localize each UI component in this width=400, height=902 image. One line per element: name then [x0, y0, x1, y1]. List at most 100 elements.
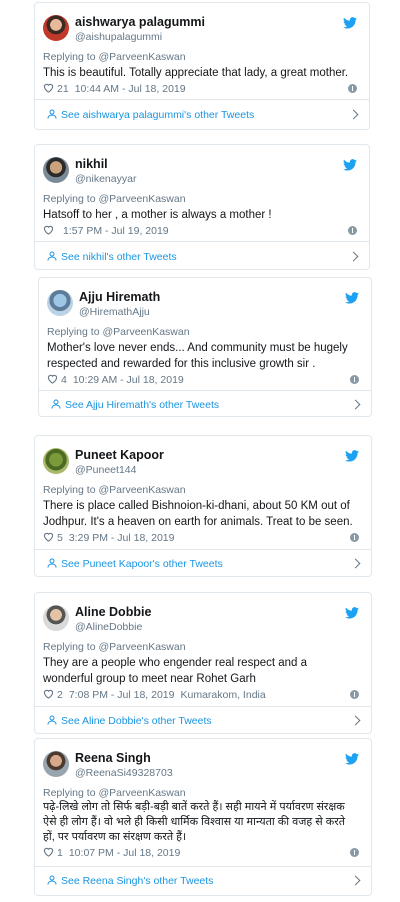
author-name[interactable]: nikhil	[75, 157, 108, 171]
twitter-bird-icon[interactable]	[345, 607, 359, 619]
tweet-text: पढ़े-लिखे लोग तो सिर्फ बड़ी-बड़ी बातें क…	[43, 801, 345, 843]
author-name[interactable]: aishwarya palagummi	[75, 15, 205, 29]
like-count: 4	[61, 374, 67, 386]
replying-to[interactable]: Replying to @ParveenKaswan	[43, 484, 186, 496]
see-other-tweets-link[interactable]: See Puneet Kapoor's other Tweets	[47, 558, 361, 570]
tweet-text: There is place called Bishnoion-ki-dhani…	[43, 500, 353, 528]
see-other-tweets-label[interactable]: See nikhil's other Tweets	[61, 251, 177, 263]
info-icon[interactable]	[350, 848, 359, 857]
author-name[interactable]: Ajju Hiremath	[79, 290, 160, 304]
tweet-meta: 21 10:44 AM - Jul 18, 2019	[43, 83, 357, 95]
tweet-card[interactable]: Reena Singh @ReenaSi49328703 Replying to…	[34, 738, 372, 896]
replying-to[interactable]: Replying to @ParveenKaswan	[43, 193, 186, 205]
see-other-tweets-label[interactable]: See aishwarya palagummi's other Tweets	[61, 109, 254, 121]
twitter-bird-icon[interactable]	[343, 17, 357, 29]
heart-icon[interactable]	[43, 689, 54, 699]
info-icon[interactable]	[348, 226, 357, 235]
replying-to[interactable]: Replying to @ParveenKaswan	[43, 641, 186, 653]
twitter-bird-icon[interactable]	[343, 159, 357, 171]
twitter-bird-icon[interactable]	[345, 753, 359, 765]
tweet-location[interactable]: Kumarakom, India	[181, 689, 266, 701]
replying-to[interactable]: Replying to @ParveenKaswan	[43, 51, 186, 63]
timestamp[interactable]: 10:44 AM - Jul 18, 2019	[75, 83, 186, 95]
timestamp[interactable]: 10:29 AM - Jul 18, 2019	[73, 374, 184, 386]
author-name[interactable]: Puneet Kapoor	[75, 448, 164, 462]
tweet-text: They are a people who engender real resp…	[43, 657, 308, 685]
chevron-right-icon[interactable]	[350, 399, 361, 410]
user-icon	[47, 715, 57, 725]
info-icon[interactable]	[348, 84, 357, 93]
avatar[interactable]	[43, 751, 69, 777]
user-icon	[47, 251, 57, 261]
user-icon	[47, 109, 57, 119]
heart-icon[interactable]	[47, 374, 58, 384]
tweet-text: This is beautiful. Totally appreciate th…	[43, 67, 349, 79]
avatar[interactable]	[43, 15, 69, 41]
heart-icon[interactable]	[43, 532, 54, 542]
see-other-tweets-label[interactable]: See Puneet Kapoor's other Tweets	[61, 558, 223, 570]
author-handle[interactable]: @Puneet144	[75, 464, 136, 476]
divider	[35, 241, 369, 242]
avatar[interactable]	[47, 290, 73, 316]
tweet-text: Hatsoff to her , a mother is always a mo…	[43, 209, 272, 221]
like-count: 1	[57, 847, 63, 859]
heart-icon[interactable]	[43, 83, 54, 93]
see-other-tweets-link[interactable]: See Aline Dobbie's other Tweets	[47, 715, 361, 727]
chevron-right-icon[interactable]	[348, 251, 359, 262]
info-icon[interactable]	[350, 533, 359, 542]
user-icon	[47, 875, 57, 885]
author-handle[interactable]: @HiremathAjju	[79, 306, 150, 318]
avatar[interactable]	[43, 157, 69, 183]
tweet-card[interactable]: Puneet Kapoor @Puneet144 Replying to @Pa…	[34, 435, 372, 577]
timestamp[interactable]: 10:07 PM - Jul 18, 2019	[69, 847, 181, 859]
tweet-text: Mother's love never ends... And communit…	[47, 342, 348, 370]
tweet-card[interactable]: aishwarya palagummi @aishupalagummi Repl…	[34, 2, 370, 130]
see-other-tweets-label[interactable]: See Ajju Hiremath's other Tweets	[65, 399, 219, 411]
tweet-meta: 5 3:29 PM - Jul 18, 2019	[43, 532, 359, 544]
twitter-bird-icon[interactable]	[345, 450, 359, 462]
like-count: 2	[57, 689, 63, 701]
like-count: 5	[57, 532, 63, 544]
info-icon[interactable]	[350, 375, 359, 384]
author-handle[interactable]: @nikenayyar	[75, 173, 136, 185]
info-icon[interactable]	[350, 690, 359, 699]
divider	[39, 390, 371, 391]
chevron-right-icon[interactable]	[350, 558, 361, 569]
chevron-right-icon[interactable]	[350, 715, 361, 726]
tweet-card[interactable]: Ajju Hiremath @HiremathAjju Replying to …	[38, 277, 372, 417]
see-other-tweets-link[interactable]: See aishwarya palagummi's other Tweets	[47, 109, 359, 121]
see-other-tweets-label[interactable]: See Aline Dobbie's other Tweets	[61, 715, 212, 727]
tweet-card[interactable]: Aline Dobbie @AlineDobbie Replying to @P…	[34, 592, 372, 734]
chevron-right-icon[interactable]	[350, 875, 361, 886]
timestamp[interactable]: 3:29 PM - Jul 18, 2019	[69, 532, 175, 544]
see-other-tweets-link[interactable]: See Reena Singh's other Tweets	[47, 875, 361, 887]
author-handle[interactable]: @AlineDobbie	[75, 621, 142, 633]
see-other-tweets-label[interactable]: See Reena Singh's other Tweets	[61, 875, 213, 887]
author-name[interactable]: Reena Singh	[75, 751, 151, 765]
replying-to[interactable]: Replying to @ParveenKaswan	[47, 326, 190, 338]
tweet-meta: 1 10:07 PM - Jul 18, 2019	[43, 847, 359, 859]
timestamp[interactable]: 7:08 PM - Jul 18, 2019	[69, 689, 175, 701]
avatar[interactable]	[43, 448, 69, 474]
chevron-right-icon[interactable]	[348, 109, 359, 120]
divider	[35, 549, 371, 550]
twitter-bird-icon[interactable]	[345, 292, 359, 304]
author-name[interactable]: Aline Dobbie	[75, 605, 151, 619]
author-handle[interactable]: @aishupalagummi	[75, 31, 162, 43]
user-icon	[51, 399, 61, 409]
tweet-meta: 4 10:29 AM - Jul 18, 2019	[47, 374, 359, 386]
see-other-tweets-link[interactable]: See nikhil's other Tweets	[47, 251, 359, 263]
tweet-meta: 2 7:08 PM - Jul 18, 2019 Kumarakom, India	[43, 689, 359, 701]
tweet-card[interactable]: nikhil @nikenayyar Replying to @ParveenK…	[34, 144, 370, 270]
like-count: 21	[57, 83, 69, 95]
heart-icon[interactable]	[43, 847, 54, 857]
timestamp[interactable]: 1:57 PM - Jul 19, 2019	[63, 225, 169, 237]
avatar[interactable]	[43, 605, 69, 631]
author-handle[interactable]: @ReenaSi49328703	[75, 767, 173, 779]
divider	[35, 866, 371, 867]
replying-to[interactable]: Replying to @ParveenKaswan	[43, 787, 186, 799]
divider	[35, 706, 371, 707]
tweet-meta: 1:57 PM - Jul 19, 2019	[43, 225, 357, 237]
see-other-tweets-link[interactable]: See Ajju Hiremath's other Tweets	[51, 399, 361, 411]
heart-icon[interactable]	[43, 225, 54, 235]
